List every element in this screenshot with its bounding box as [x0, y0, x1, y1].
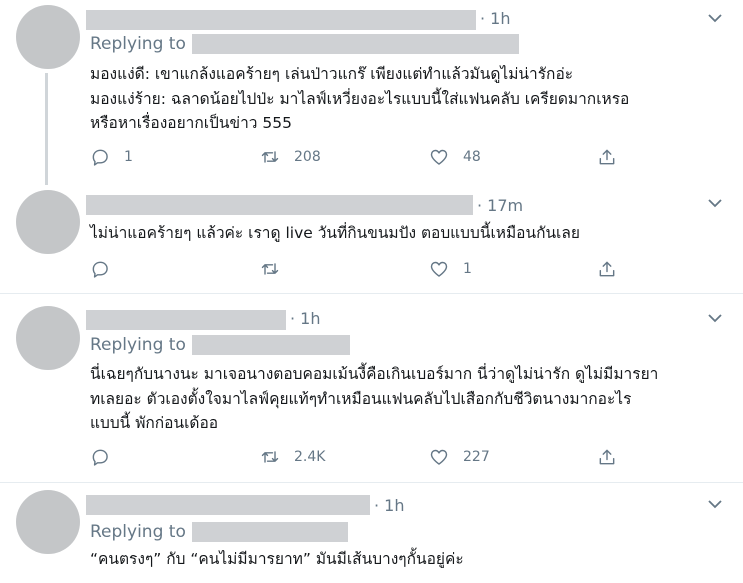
tweet-text: ไม่น่าแอคร้ายๆ แล้วค่ะ เราดู live วันที่… [90, 221, 580, 246]
author-name-redacted[interactable] [86, 310, 286, 330]
replying-to-handle-redacted[interactable] [191, 522, 348, 542]
author-name-redacted[interactable] [86, 10, 476, 30]
chevron-down-icon[interactable] [707, 496, 723, 512]
tweet-2[interactable]: · 17m ไม่น่าแอคร้ายๆ แล้วค่ะ เราดู live … [0, 185, 743, 293]
reply-icon [92, 261, 108, 278]
author-name-redacted[interactable] [86, 195, 473, 215]
heart-icon [430, 261, 448, 277]
share-button[interactable] [597, 257, 617, 281]
replying-to-label: Replying to [90, 335, 186, 355]
tweet-actions: 1 208 48 [90, 145, 730, 169]
heart-icon [430, 449, 448, 465]
retweet-count: 2.4K [294, 449, 326, 465]
tweet-4[interactable]: · 1h Replying to “คนตรงๆ” กับ “คนไม่มีมา… [0, 483, 743, 583]
replying-to-label: Replying to [90, 522, 186, 542]
retweet-count: 208 [294, 149, 321, 165]
avatar[interactable] [16, 306, 80, 370]
tweet-text-line: มองแง่ดี: เขาแกล้งแอคร้ายๆ เล่นป่าวแกร๊ … [90, 65, 574, 83]
tweet-timestamp[interactable]: · 1h [290, 309, 321, 328]
tweet-timestamp[interactable]: · 17m [477, 196, 523, 215]
reply-count: 1 [124, 149, 133, 165]
avatar[interactable] [16, 5, 80, 69]
tweet-text: “คนตรงๆ” กับ “คนไม่มีมารยาท” มันมีเส้นบา… [90, 547, 464, 572]
tweet-actions: 1 [90, 257, 730, 281]
tweet-text: มองแง่ดี: เขาแกล้งแอคร้ายๆ เล่นป่าวแกร๊ … [90, 62, 629, 136]
retweet-icon [261, 263, 279, 275]
tweet-text: นี่เฉยๆกับนางนะ มาเจอนางตอบคอมเม้นงี้คือ… [90, 362, 658, 436]
tweet-1[interactable]: · 1h Replying to มองแง่ดี: เขาแกล้งแอคร้… [0, 0, 743, 185]
author-name-redacted[interactable] [86, 495, 370, 515]
tweet-text-line: “คนตรงๆ” กับ “คนไม่มีมารยาท” มันมีเส้นบา… [90, 550, 464, 568]
like-button[interactable]: 227 [429, 445, 490, 469]
heart-icon [430, 149, 448, 165]
tweet-actions: 2.4K 227 [90, 445, 730, 469]
tweet-text-line: ทเลยอะ ตัวเองตั้งใจมาไลฟ์คุยแท้ๆทำเหมือน… [90, 389, 632, 408]
tweet-text-line: แบบนี้ พักก่อนเด้ออ [90, 414, 219, 432]
replying-to-handle-redacted[interactable] [191, 335, 350, 355]
replying-to-label: Replying to [90, 34, 186, 54]
reply-button[interactable] [90, 445, 124, 469]
tweet-timestamp[interactable]: · 1h [374, 496, 405, 515]
retweet-button[interactable] [260, 257, 294, 281]
tweet-timestamp[interactable]: · 1h [480, 9, 511, 28]
share-button[interactable] [597, 145, 617, 169]
tweet-3[interactable]: · 1h Replying to นี่เฉยๆกับนางนะ มาเจอนา… [0, 294, 743, 482]
like-count: 227 [463, 449, 490, 465]
replying-to: Replying to [90, 335, 350, 355]
avatar[interactable] [16, 490, 80, 554]
thread-line [45, 73, 48, 185]
chevron-down-icon[interactable] [707, 10, 723, 26]
like-count: 1 [463, 261, 472, 277]
retweet-button[interactable]: 2.4K [260, 445, 325, 469]
reply-icon [92, 149, 108, 166]
tweet-text-line: นี่เฉยๆกับนางนะ มาเจอนางตอบคอมเม้นงี้คือ… [90, 365, 659, 383]
share-icon [599, 149, 615, 165]
reply-icon [92, 449, 108, 466]
avatar[interactable] [16, 190, 80, 254]
retweet-button[interactable]: 208 [260, 145, 321, 169]
tweet-text-line: ไม่น่าแอคร้ายๆ แล้วค่ะ เราดู live วันที่… [90, 224, 580, 242]
share-icon [599, 261, 615, 277]
like-count: 48 [463, 149, 481, 165]
retweet-icon [261, 451, 279, 463]
replying-to-handle-redacted[interactable] [191, 34, 519, 54]
like-button[interactable]: 48 [429, 145, 481, 169]
chevron-down-icon[interactable] [707, 195, 723, 211]
retweet-icon [261, 151, 279, 163]
reply-button[interactable]: 1 [90, 145, 133, 169]
share-icon [599, 449, 615, 465]
tweet-text-line: มองแง่ร้าย: ฉลาดน้อยไปป่ะ มาไลฟ์เหวี่ยงอ… [90, 89, 630, 108]
chevron-down-icon[interactable] [707, 310, 723, 326]
like-button[interactable]: 1 [429, 257, 472, 281]
share-button[interactable] [597, 445, 617, 469]
replying-to: Replying to [90, 522, 348, 542]
tweet-text-line: หรือหาเรื่องอยากเป็นข่าว 555 [90, 114, 292, 132]
reply-button[interactable] [90, 257, 124, 281]
replying-to: Replying to [90, 34, 519, 54]
